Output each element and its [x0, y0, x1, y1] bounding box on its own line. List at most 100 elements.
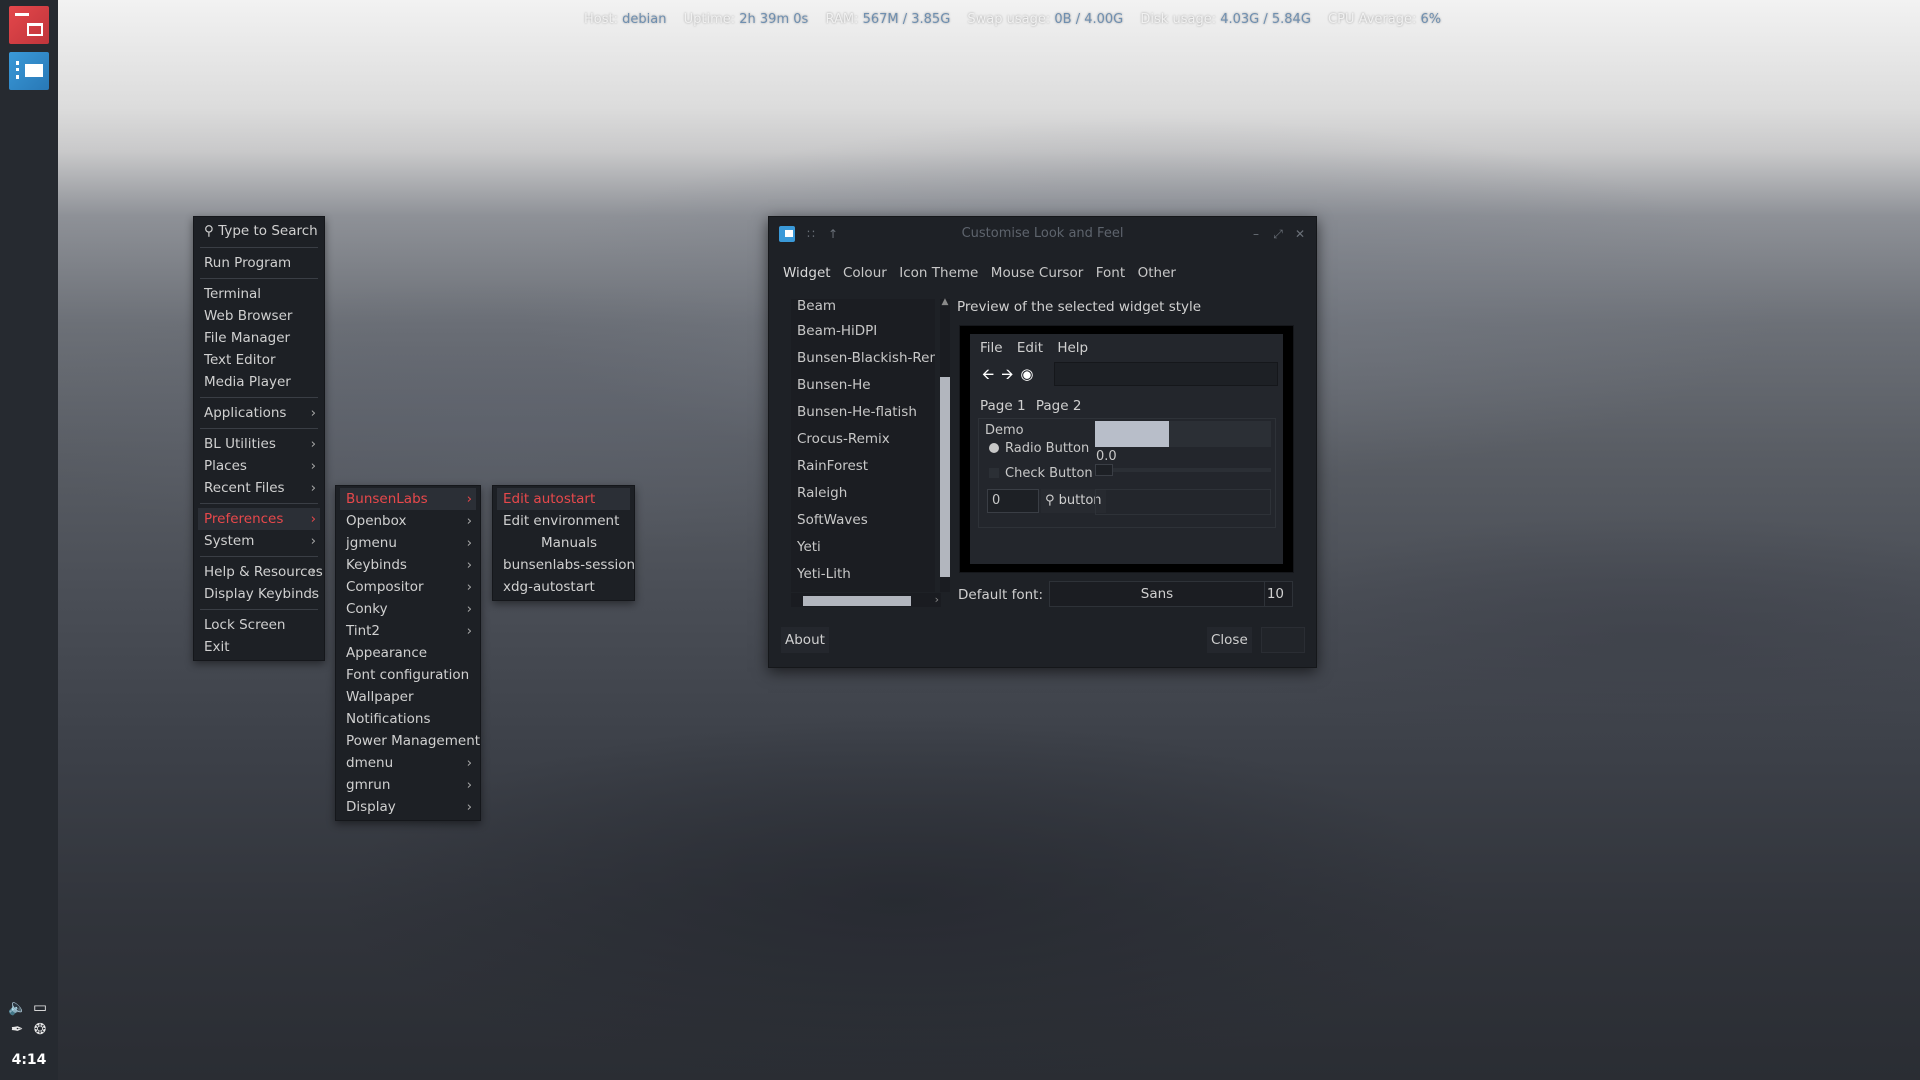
speaker-icon[interactable]: 🔈 [8, 998, 27, 1016]
tab-icon-theme[interactable]: Icon Theme [895, 261, 982, 285]
theme-item[interactable]: RainForest [791, 453, 935, 480]
forward-arrow-icon[interactable]: 🡪 [1001, 365, 1013, 383]
preview-scale[interactable] [1095, 464, 1271, 476]
default-font-button[interactable]: Sans 10 [1049, 581, 1293, 607]
menu-item-compositor[interactable]: Compositor [340, 576, 476, 598]
menu-item-manuals[interactable]: Manuals [497, 532, 630, 554]
minimize-icon[interactable]: – [1248, 226, 1264, 242]
scrollbar-thumb[interactable] [803, 596, 911, 606]
menu-item-exit[interactable]: Exit [198, 636, 320, 658]
scroll-right-icon[interactable]: › [935, 593, 939, 606]
scale-knob[interactable] [1095, 464, 1113, 476]
menu-item-lock-screen[interactable]: Lock Screen [198, 614, 320, 636]
scrollbar-thumb[interactable] [940, 377, 950, 577]
menu-item-bl-utilities[interactable]: BL Utilities [198, 433, 320, 455]
menu-item-help-resources[interactable]: Help & Resources [198, 561, 323, 583]
menu-item-system[interactable]: System [198, 530, 320, 552]
paperclip-icon[interactable]: ✒ [8, 1020, 26, 1038]
menu-item-preferences[interactable]: Preferences [198, 508, 320, 530]
scroll-up-icon[interactable]: ▲ [940, 297, 950, 307]
preview-tab-page-2[interactable]: Page 2 [1036, 398, 1082, 414]
menu-item-appearance[interactable]: Appearance [340, 642, 476, 664]
theme-list-vertical-scrollbar[interactable]: ▲ [940, 297, 950, 592]
widget-theme-list: Beam Beam-HiDPI Bunsen-Blackish-Remix Bu… [791, 299, 935, 592]
record-icon[interactable]: ◉ [1020, 365, 1033, 383]
menu-item-bunsenlabs[interactable]: BunsenLabs [340, 488, 476, 510]
network-icon[interactable]: ❂ [31, 1020, 49, 1038]
menu-item-tint2[interactable]: Tint2 [340, 620, 476, 642]
menu-item-run-program[interactable]: Run Program [198, 252, 320, 274]
tab-widget[interactable]: Widget [779, 261, 835, 285]
menu-item-xdg-autostart[interactable]: xdg-autostart [497, 576, 630, 598]
theme-item[interactable]: Raleigh [791, 480, 935, 507]
theme-item[interactable]: Yeti-Lith [791, 561, 935, 588]
menu-item-keybinds[interactable]: Keybinds [340, 554, 476, 576]
menu-item-display[interactable]: Display [340, 796, 476, 818]
back-arrow-icon[interactable]: 🡨 [982, 365, 994, 383]
window-titlebar[interactable]: ∷ ↑ Customise Look and Feel – ⤢ ✕ [769, 217, 1316, 251]
menu-search[interactable]: ⚲ Type to Search [198, 219, 320, 243]
theme-item[interactable]: Crocus-Remix [791, 426, 935, 453]
root-menu: ⚲ Type to Search Run Program Terminal We… [193, 216, 325, 661]
menu-item-jgmenu[interactable]: jgmenu [340, 532, 476, 554]
menu-item-bunsenlabs-session[interactable]: bunsenlabs-session [497, 554, 635, 576]
preview-check-button[interactable]: Check Button [989, 466, 1093, 481]
menu-separator [200, 247, 318, 248]
theme-item[interactable]: Yeti [791, 534, 935, 561]
about-button[interactable]: About [781, 627, 829, 653]
panel-clock[interactable]: 4:14 [0, 1052, 58, 1068]
font-size: 10 [1266, 586, 1284, 602]
tab-colour[interactable]: Colour [839, 261, 891, 285]
maximize-icon[interactable]: ⤢ [1270, 226, 1286, 242]
menu-separator [200, 278, 318, 279]
menu-item-web-browser[interactable]: Web Browser [198, 305, 320, 327]
menu-item-terminal[interactable]: Terminal [198, 283, 320, 305]
display-icon[interactable]: ▭ [31, 998, 49, 1016]
default-font-label: Default font: [958, 587, 1044, 603]
widget-preview: File Edit Help 🡨 🡪 ◉ Page 1 Page 2 Demo Ra… [959, 325, 1294, 573]
file-manager-launcher-icon[interactable] [9, 52, 49, 90]
menu-item-font-configuration[interactable]: Font configuration [340, 664, 476, 686]
menu-item-applications[interactable]: Applications [198, 402, 320, 424]
menu-item-dmenu[interactable]: dmenu [340, 752, 476, 774]
preview-menu-file[interactable]: File [980, 340, 1003, 356]
menu-item-openbox[interactable]: Openbox [340, 510, 476, 532]
menu-item-edit-autostart[interactable]: Edit autostart [497, 488, 630, 510]
apply-button[interactable] [1261, 627, 1305, 653]
tab-font[interactable]: Font [1092, 261, 1129, 285]
menu-item-display-keybinds[interactable]: Display Keybinds [198, 583, 320, 605]
menu-search-placeholder: Type to Search [218, 223, 318, 239]
theme-list-horizontal-scrollbar[interactable]: › [791, 593, 941, 607]
theme-item[interactable]: Bunsen-He [791, 372, 935, 399]
preview-spin-button[interactable]: 0 [987, 489, 1039, 513]
preview-radio-button[interactable]: Radio Button [989, 441, 1089, 456]
menu-item-conky[interactable]: Conky [340, 598, 476, 620]
bunsenlabs-menu-launcher-icon[interactable] [9, 6, 49, 44]
theme-item[interactable]: Bunsen-He-flatish [791, 399, 935, 426]
menu-item-file-manager[interactable]: File Manager [198, 327, 320, 349]
disk-value: 4.03G / 5.84G [1220, 12, 1311, 27]
menu-item-power-management[interactable]: Power Management [340, 730, 480, 752]
theme-item[interactable]: SoftWaves [791, 507, 935, 534]
close-button[interactable]: Close [1207, 627, 1252, 653]
preview-text-entry[interactable] [1054, 362, 1278, 386]
preview-tab-page-1[interactable]: Page 1 [980, 398, 1026, 414]
tab-other[interactable]: Other [1134, 261, 1180, 285]
menu-item-recent-files[interactable]: Recent Files [198, 477, 320, 499]
menu-item-media-player[interactable]: Media Player [198, 371, 320, 393]
host-value: debian [622, 12, 667, 27]
theme-item[interactable]: Beam [791, 299, 935, 318]
menu-item-notifications[interactable]: Notifications [340, 708, 476, 730]
menu-item-text-editor[interactable]: Text Editor [198, 349, 320, 371]
menu-item-edit-environment[interactable]: Edit environment [497, 510, 630, 532]
preview-menu-edit[interactable]: Edit [1017, 340, 1043, 356]
preview-scale-value: 0.0 [1096, 449, 1117, 464]
close-icon[interactable]: ✕ [1292, 226, 1308, 242]
theme-item[interactable]: Bunsen-Blackish-Remix [791, 345, 935, 372]
tab-mouse-cursor[interactable]: Mouse Cursor [987, 261, 1087, 285]
preview-menu-help[interactable]: Help [1057, 340, 1088, 356]
menu-item-wallpaper[interactable]: Wallpaper [340, 686, 476, 708]
theme-item[interactable]: Beam-HiDPI [791, 318, 935, 345]
menu-item-places[interactable]: Places [198, 455, 320, 477]
menu-item-gmrun[interactable]: gmrun [340, 774, 476, 796]
